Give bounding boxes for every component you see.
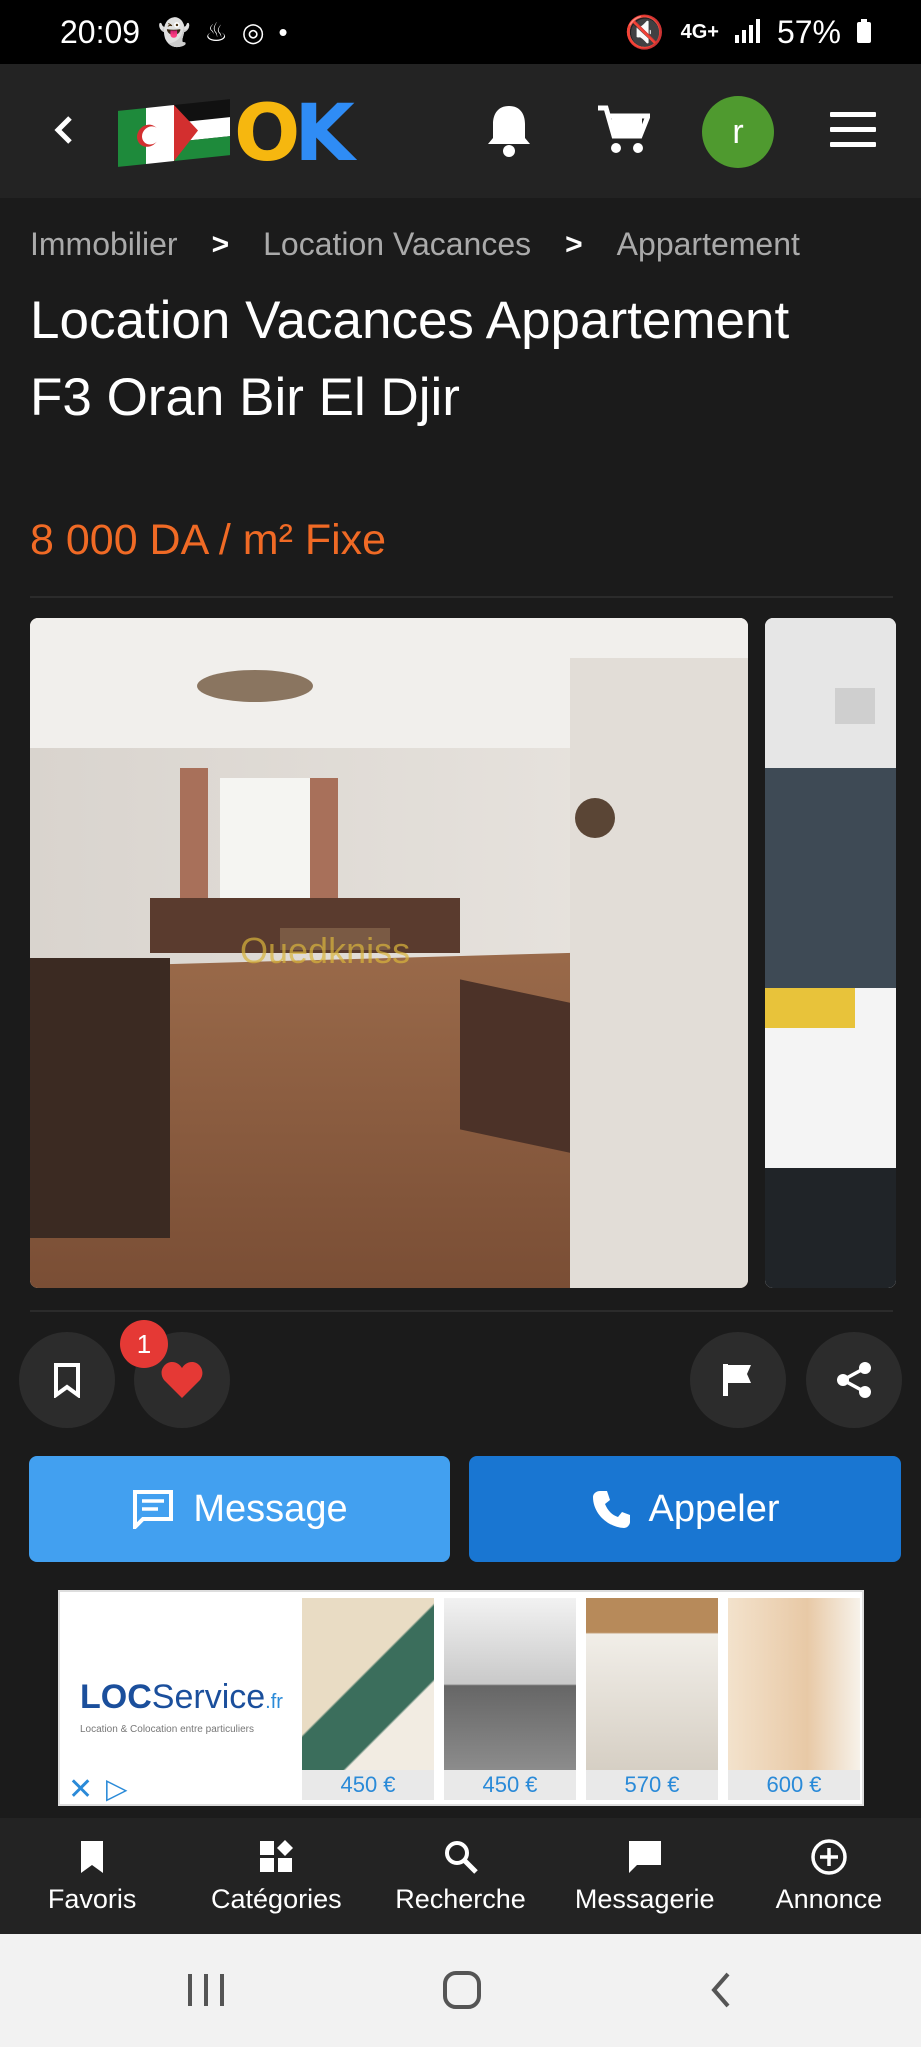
message-button[interactable]: Message: [29, 1456, 450, 1562]
breadcrumb-location-vacances[interactable]: Location Vacances: [263, 226, 531, 263]
ad-tile-price: 600 €: [728, 1770, 860, 1800]
chevron-right-icon: >: [211, 227, 230, 261]
nav-annonce[interactable]: Annonce: [737, 1818, 921, 1934]
flags-icon: [118, 95, 230, 173]
user-avatar[interactable]: r: [702, 96, 774, 168]
add-circle-icon: [811, 1838, 847, 1875]
message-button-label: Message: [193, 1487, 348, 1530]
ad-tile-image: [302, 1598, 434, 1770]
mute-icon: 🔇: [624, 14, 665, 50]
nav-label: Favoris: [47, 1883, 137, 1914]
divider: [30, 596, 893, 598]
nav-favoris[interactable]: Favoris: [0, 1818, 184, 1934]
chat-icon: [628, 1840, 661, 1873]
divider: [30, 1310, 893, 1312]
nav-messagerie[interactable]: Messagerie: [553, 1818, 737, 1934]
nav-label: Messagerie: [574, 1883, 715, 1914]
breadcrumb-appartement[interactable]: Appartement: [617, 226, 800, 263]
bottom-navigation: Favoris Catégories Recherche Messagerie …: [0, 1818, 921, 1934]
more-notifications-icon: •: [278, 16, 288, 47]
ad-tile-price: 450 €: [302, 1770, 434, 1800]
ad-tile[interactable]: 450 €: [302, 1598, 434, 1800]
system-back-icon[interactable]: [706, 1970, 736, 2015]
nav-label: Recherche: [395, 1883, 526, 1914]
bookmark-icon: [81, 1840, 104, 1873]
likes-count-badge: 1: [120, 1320, 168, 1368]
ad-tile-price: 570 €: [586, 1770, 718, 1800]
ouedkniss-logo[interactable]: OK: [118, 92, 358, 176]
search-icon: [444, 1840, 478, 1874]
bell-icon[interactable]: [484, 102, 534, 158]
network-type: 4G+: [680, 21, 719, 43]
flag-icon: [723, 1364, 751, 1396]
nav-label: Catégories: [211, 1883, 342, 1914]
ad-tile-image: [444, 1598, 576, 1770]
watermark: Ouedkniss: [240, 930, 410, 971]
nav-label: Annonce: [775, 1883, 883, 1914]
share-icon: [837, 1362, 871, 1398]
battery-level: 57%: [776, 13, 841, 50]
listing-photo-main[interactable]: Ouedkniss: [30, 618, 748, 1288]
listing-photo-next[interactable]: [765, 618, 896, 1288]
nav-recherche[interactable]: Recherche: [368, 1818, 552, 1934]
system-navigation-bar: [0, 1934, 921, 2047]
notification-icons: 👻 ♨ ◎ •: [158, 17, 287, 48]
ad-tile-image: [728, 1598, 860, 1770]
hamburger-menu-icon[interactable]: [830, 112, 876, 148]
app-header: OK r: [0, 64, 921, 198]
bookmark-icon: [54, 1363, 80, 1398]
breadcrumb-immobilier[interactable]: Immobilier: [30, 226, 178, 263]
logo-text: OK: [234, 89, 355, 179]
breadcrumb: Immobilier > Location Vacances > Apparte…: [30, 226, 800, 263]
ad-tile-price: 450 €: [444, 1770, 576, 1800]
ad-choices-icon[interactable]: ▷: [106, 1772, 128, 1805]
recent-apps-icon[interactable]: [186, 1972, 226, 2013]
chevron-right-icon: >: [565, 227, 583, 261]
ad-brand: LOCService.fr: [80, 1678, 283, 1717]
listing-title: Location Vacances Appartement F3 Oran Bi…: [30, 291, 790, 427]
ad-tile[interactable]: 600 €: [728, 1598, 860, 1800]
report-button[interactable]: [690, 1332, 786, 1428]
heart-icon: [161, 1362, 203, 1398]
shazam-icon: ◎: [241, 16, 265, 47]
back-arrow-icon[interactable]: [44, 108, 84, 152]
message-icon: [133, 1490, 174, 1529]
ad-tile-image: [586, 1598, 718, 1770]
snapchat-icon: 👻: [158, 16, 191, 47]
cart-icon[interactable]: [596, 104, 652, 156]
share-button[interactable]: [806, 1332, 902, 1428]
ad-brand-bold: LOC: [80, 1678, 152, 1716]
listing-price: 8 000 DA / m² Fixe: [30, 516, 387, 564]
battery-icon: [857, 14, 871, 51]
ad-tile[interactable]: 450 €: [444, 1598, 576, 1800]
phone-icon: [592, 1491, 630, 1528]
call-button-label: Appeler: [648, 1487, 780, 1530]
signal-icon: [734, 14, 761, 51]
status-time: 20:09: [60, 13, 141, 50]
call-button[interactable]: Appeler: [469, 1456, 901, 1562]
ad-close-icon[interactable]: ✕: [68, 1772, 93, 1807]
ad-banner[interactable]: LOCService.fr Location & Colocation entr…: [58, 1590, 864, 1806]
nav-categories[interactable]: Catégories: [184, 1818, 368, 1934]
categories-icon: [260, 1839, 294, 1872]
ad-tagline: Location & Colocation entre particuliers: [80, 1724, 254, 1735]
ad-brand-tld: .fr: [265, 1691, 283, 1713]
ad-tile[interactable]: 570 €: [586, 1598, 718, 1800]
status-bar: 20:09 👻 ♨ ◎ • 🔇 4G+ 57%: [0, 0, 921, 64]
ad-brand-rest: Service: [151, 1678, 266, 1716]
home-icon[interactable]: [442, 1970, 482, 2015]
photo-gallery[interactable]: Ouedkniss: [30, 618, 896, 1288]
save-bookmark-button[interactable]: [19, 1332, 115, 1428]
app-notification-icon: ♨: [204, 16, 228, 47]
